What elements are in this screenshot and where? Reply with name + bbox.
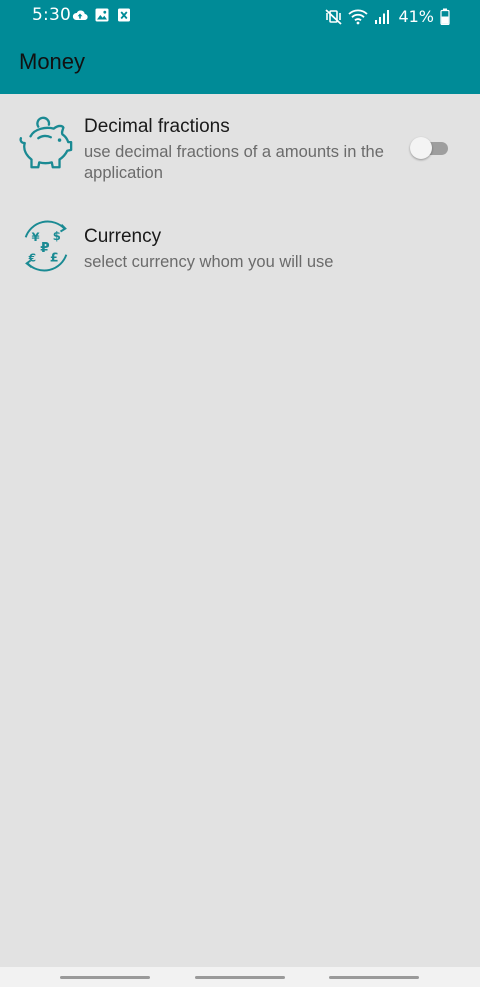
status-right-group: 41% bbox=[325, 5, 450, 27]
svg-text:£: £ bbox=[50, 249, 59, 264]
currency-exchange-icon: ¥ $ ₽ € £ bbox=[24, 220, 68, 272]
svg-text:$: $ bbox=[53, 229, 61, 243]
excel-file-icon bbox=[118, 8, 130, 22]
cloud-upload-icon bbox=[72, 10, 88, 21]
decimal-fractions-switch[interactable] bbox=[410, 137, 448, 159]
wifi-icon bbox=[348, 9, 369, 24]
currency-summary: select currency whom you will use bbox=[84, 253, 334, 271]
decimal-fractions-title: Decimal fractions bbox=[84, 116, 230, 137]
status-bar: 5:30 41% bbox=[0, 0, 480, 32]
switch-thumb bbox=[410, 137, 432, 159]
app-bar: Money bbox=[0, 32, 480, 94]
image-icon bbox=[95, 8, 109, 22]
recent-apps-button[interactable] bbox=[60, 976, 150, 979]
mute-vibrate-icon bbox=[325, 8, 343, 25]
status-time: 5:30 bbox=[32, 5, 71, 25]
svg-text:€: € bbox=[28, 251, 36, 264]
battery-percentage: 41% bbox=[398, 6, 434, 26]
svg-text:¥: ¥ bbox=[32, 230, 40, 244]
home-button[interactable] bbox=[195, 976, 285, 979]
currency-title: Currency bbox=[84, 226, 162, 247]
back-button[interactable] bbox=[329, 976, 419, 979]
navigation-bar bbox=[0, 967, 480, 987]
svg-text:₽: ₽ bbox=[40, 240, 49, 256]
decimal-fractions-summary: use decimal fractions of a amounts in th… bbox=[84, 143, 384, 182]
page-title: Money bbox=[19, 49, 86, 74]
signal-icon bbox=[375, 9, 390, 24]
currency-preference[interactable]: ¥ $ ₽ € £ Currency select currency whom … bbox=[0, 204, 480, 284]
battery-icon bbox=[440, 8, 450, 25]
piggy-bank-icon bbox=[19, 116, 73, 169]
decimal-fractions-preference[interactable]: Decimal fractions use decimal fractions … bbox=[0, 94, 480, 200]
